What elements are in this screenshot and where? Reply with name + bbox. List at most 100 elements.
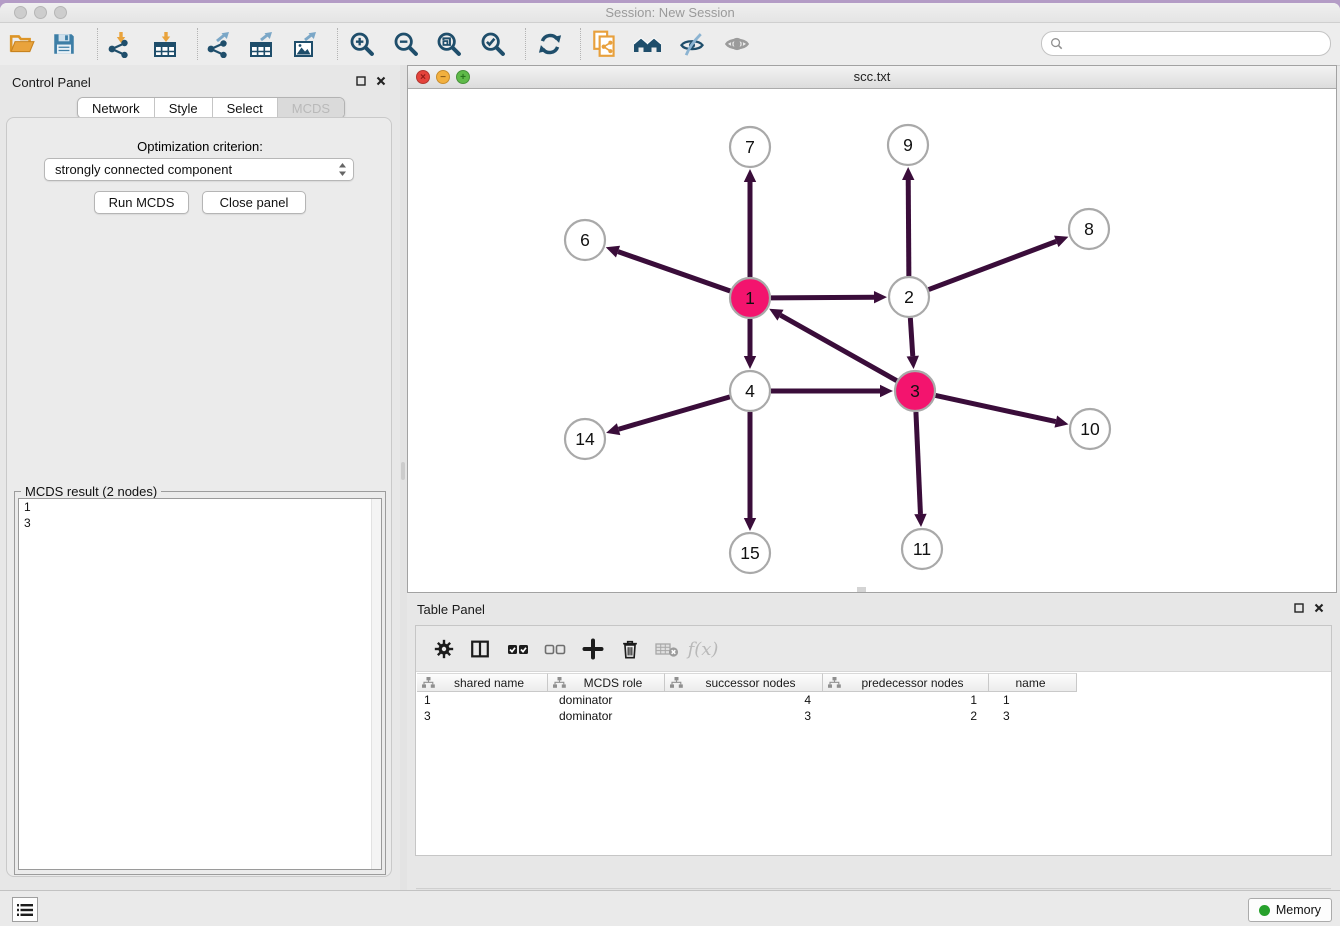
graph-edge-1-2[interactable] bbox=[771, 291, 887, 303]
add-column-button[interactable] bbox=[578, 634, 608, 664]
close-panel-icon[interactable] bbox=[374, 74, 388, 88]
graph-edge-1-4[interactable] bbox=[744, 319, 756, 369]
zoom-selected-icon bbox=[479, 30, 507, 58]
svg-text:2: 2 bbox=[904, 287, 914, 307]
mcds-result-list[interactable]: 13 bbox=[18, 498, 382, 870]
graph-edge-4-3[interactable] bbox=[771, 385, 893, 397]
table-cell[interactable]: 2 bbox=[823, 708, 989, 724]
table-cell[interactable]: 3 bbox=[989, 708, 1077, 724]
graph-node-11[interactable]: 11 bbox=[902, 529, 942, 569]
export-image-button[interactable] bbox=[290, 29, 320, 59]
table-cell[interactable]: 3 bbox=[417, 708, 548, 724]
status-bar: Memory bbox=[0, 890, 1340, 926]
search-field[interactable] bbox=[1041, 31, 1331, 56]
new-network-from-selection-button[interactable] bbox=[590, 29, 620, 59]
show-columns-button[interactable] bbox=[465, 634, 495, 664]
graph-node-6[interactable]: 6 bbox=[565, 220, 605, 260]
export-network-button[interactable] bbox=[203, 29, 233, 59]
apply-layout-button[interactable] bbox=[535, 29, 565, 59]
table-panel: Table Panel bbox=[407, 594, 1340, 890]
graph-edge-1-7[interactable] bbox=[744, 169, 756, 277]
network-window-titlebar[interactable]: × − + scc.txt bbox=[408, 66, 1336, 89]
mcds-result-item[interactable]: 1 bbox=[19, 499, 381, 515]
graph-node-1[interactable]: 1 bbox=[730, 278, 770, 318]
toolbar-separator bbox=[197, 28, 198, 60]
graph-node-9[interactable]: 9 bbox=[888, 125, 928, 165]
table-cell[interactable]: dominator bbox=[548, 708, 665, 724]
table-cell[interactable]: dominator bbox=[548, 692, 665, 708]
delete-table-button[interactable] bbox=[652, 634, 682, 664]
graph-edge-3-10[interactable] bbox=[936, 395, 1069, 427]
table-cell[interactable]: 1 bbox=[989, 692, 1077, 708]
zoom-out-button[interactable] bbox=[391, 29, 421, 59]
canvas-resize-grip[interactable] bbox=[857, 587, 866, 592]
houses-button[interactable] bbox=[633, 29, 663, 59]
graph-node-2[interactable]: 2 bbox=[889, 277, 929, 317]
task-history-button[interactable] bbox=[12, 897, 38, 922]
run-mcds-button[interactable]: Run MCDS bbox=[94, 191, 189, 214]
tab-select[interactable]: Select bbox=[213, 98, 278, 118]
tab-style[interactable]: Style bbox=[155, 98, 213, 118]
houses-icon bbox=[633, 29, 663, 59]
mcds-result-item[interactable]: 3 bbox=[19, 515, 381, 531]
graph-edge-4-15[interactable] bbox=[744, 412, 756, 531]
graph-node-14[interactable]: 14 bbox=[565, 419, 605, 459]
table-row[interactable]: 3dominator323 bbox=[417, 708, 1077, 724]
graph-node-4[interactable]: 4 bbox=[730, 371, 770, 411]
delete-column-button[interactable] bbox=[615, 634, 645, 664]
import-table-button[interactable] bbox=[150, 29, 180, 59]
float-panel-icon[interactable] bbox=[1292, 601, 1306, 615]
graph-node-8[interactable]: 8 bbox=[1069, 209, 1109, 249]
network-canvas[interactable]: 7 9 6 8 1 2 4 3 14 10 15 11 bbox=[408, 89, 1336, 592]
show-hidden-button[interactable] bbox=[722, 29, 752, 59]
graph-edge-3-1[interactable] bbox=[769, 309, 897, 381]
table-cell[interactable]: 4 bbox=[665, 692, 823, 708]
column-header-MCDS-role[interactable]: MCDS role bbox=[548, 673, 665, 692]
search-input[interactable] bbox=[1068, 36, 1322, 52]
optimization-criterion-dropdown[interactable]: strongly connected component bbox=[44, 158, 354, 181]
network-graph[interactable]: 7 9 6 8 1 2 4 3 14 10 15 11 bbox=[408, 89, 1336, 592]
memory-button[interactable]: Memory bbox=[1248, 898, 1332, 922]
open-session-button[interactable] bbox=[7, 29, 37, 59]
deselect-all-button[interactable] bbox=[540, 634, 570, 664]
column-header-name[interactable]: name bbox=[989, 673, 1077, 692]
graph-edge-2-3[interactable] bbox=[907, 318, 919, 369]
graph-edge-2-9[interactable] bbox=[902, 167, 914, 276]
svg-text:8: 8 bbox=[1084, 219, 1094, 239]
graph-edge-1-6[interactable] bbox=[606, 246, 730, 291]
save-session-button[interactable] bbox=[49, 29, 79, 59]
graph-edge-4-14[interactable] bbox=[606, 397, 730, 435]
import-network-button[interactable] bbox=[104, 29, 134, 59]
table-cell[interactable]: 1 bbox=[417, 692, 548, 708]
close-panel-button[interactable]: Close panel bbox=[202, 191, 306, 214]
scrollbar-track[interactable] bbox=[371, 499, 381, 869]
graph-edge-3-11[interactable] bbox=[914, 412, 926, 527]
graph-node-10[interactable]: 10 bbox=[1070, 409, 1110, 449]
splitter-grip[interactable] bbox=[401, 462, 405, 480]
column-header-successor-nodes[interactable]: successor nodes bbox=[665, 673, 823, 692]
column-header-shared-name[interactable]: shared name bbox=[417, 673, 548, 692]
graph-edge-2-8[interactable] bbox=[929, 236, 1069, 290]
table-cell[interactable]: 3 bbox=[665, 708, 823, 724]
zoom-selected-button[interactable] bbox=[478, 29, 508, 59]
graph-node-7[interactable]: 7 bbox=[730, 127, 770, 167]
tab-network[interactable]: Network bbox=[78, 98, 155, 118]
hierarchy-icon bbox=[553, 677, 566, 689]
table-settings-button[interactable] bbox=[429, 634, 459, 664]
close-panel-icon[interactable] bbox=[1312, 601, 1326, 615]
table-cell[interactable]: 1 bbox=[823, 692, 989, 708]
column-header-predecessor-nodes[interactable]: predecessor nodes bbox=[823, 673, 989, 692]
export-table-button[interactable] bbox=[246, 29, 276, 59]
graph-node-15[interactable]: 15 bbox=[730, 533, 770, 573]
zoom-in-button[interactable] bbox=[347, 29, 377, 59]
zoom-fit-button[interactable] bbox=[434, 29, 464, 59]
select-all-button[interactable] bbox=[503, 634, 533, 664]
function-builder-button[interactable]: f(x) bbox=[688, 634, 718, 664]
tab-mcds[interactable]: MCDS bbox=[278, 98, 344, 118]
svg-text:9: 9 bbox=[903, 135, 913, 155]
float-panel-icon[interactable] bbox=[354, 74, 368, 88]
control-panel-title: Control Panel bbox=[12, 75, 91, 90]
graph-node-3[interactable]: 3 bbox=[895, 371, 935, 411]
table-row[interactable]: 1dominator411 bbox=[417, 692, 1077, 708]
hide-selected-button[interactable] bbox=[677, 29, 707, 59]
